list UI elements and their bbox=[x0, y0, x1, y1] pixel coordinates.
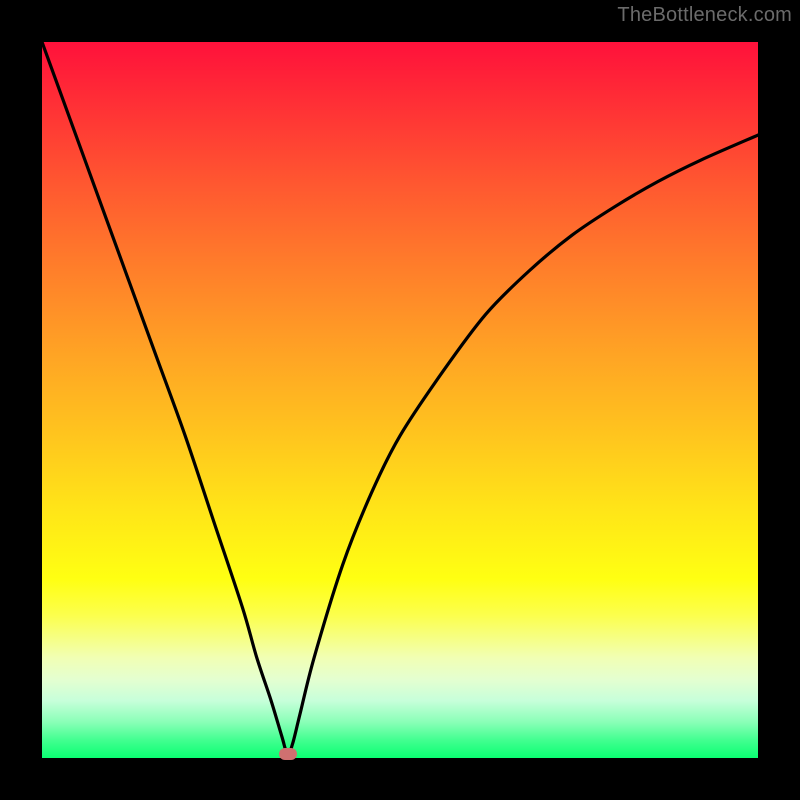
watermark-text: TheBottleneck.com bbox=[617, 4, 792, 27]
bottleneck-curve bbox=[42, 42, 758, 758]
chart-frame: TheBottleneck.com bbox=[0, 0, 800, 800]
plot-area bbox=[42, 42, 758, 758]
optimal-point-marker bbox=[279, 748, 297, 760]
curve-path bbox=[42, 42, 758, 755]
